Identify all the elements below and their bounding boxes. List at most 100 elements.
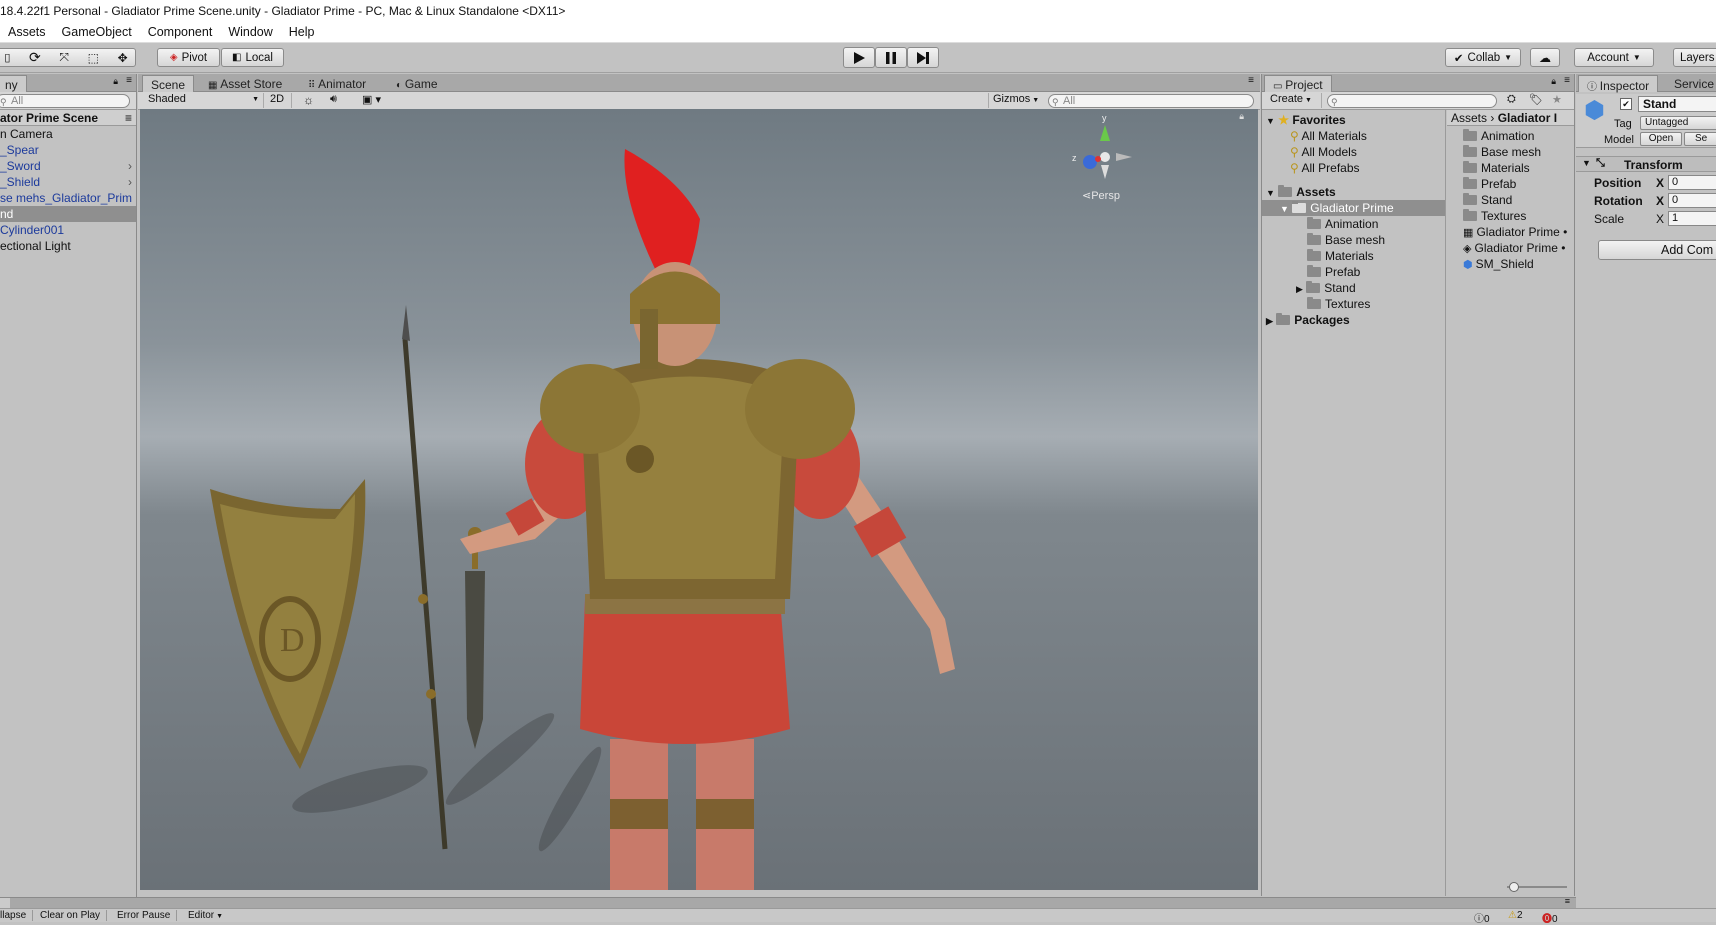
scene-search-input[interactable]: ⚲ All [1048,94,1254,108]
packages-header[interactable]: ▶ Packages [1262,312,1445,328]
filter-type-icon[interactable]: ⛭ [1507,93,1516,106]
menu-assets[interactable]: Assets [0,25,54,39]
select-button[interactable]: Se [1684,132,1716,146]
scene-viewport[interactable]: D y z 🔒︎ ⋖Persp [140,109,1258,890]
favorite-item[interactable]: ⚲ All Materials [1262,128,1445,144]
lock-icon[interactable]: 🔒︎ [1239,111,1244,122]
expand-arrow-icon[interactable]: ▼ [1280,204,1289,214]
menu-component[interactable]: Component [140,25,221,39]
icon-size-slider[interactable] [1507,882,1567,892]
breadcrumb-assets[interactable]: Assets [1451,111,1487,125]
rect-tool-icon[interactable]: ⬚ [88,51,99,65]
asset-item[interactable]: ◈ Gladiator Prime • [1447,240,1574,256]
project-search-input[interactable]: ⚲ [1327,94,1497,108]
hand-tool-icon[interactable]: ▯ [4,51,10,64]
lock-icon[interactable]: 🔒︎ [1551,76,1556,87]
shading-mode-dropdown[interactable]: Shaded ▼ [144,93,264,108]
menu-gameobject[interactable]: GameObject [54,25,140,39]
panel-menu-icon[interactable]: ≡ [126,75,132,86]
hierarchy-item-selected[interactable]: nd [0,206,136,222]
expand-arrow-icon[interactable]: ▼ [1266,116,1275,126]
warning-count[interactable]: ⚠2 [1508,910,1523,921]
tab-project[interactable]: ▭ Project [1264,75,1332,92]
asset-item[interactable]: Base mesh [1447,144,1574,160]
expand-arrow-icon[interactable]: ▶ [1266,316,1273,326]
editor-dropdown[interactable]: Editor ▼ [188,910,223,921]
tree-folder[interactable]: ▶ Stand [1262,280,1445,296]
asset-item[interactable]: Animation [1447,128,1574,144]
clear-on-play-button[interactable]: Clear on Play [40,910,108,921]
scene-menu-icon[interactable]: ≡ [125,110,132,125]
transform-header[interactable]: ▼ ⤡ Transform [1576,156,1716,172]
collapse-button[interactable]: llapse [0,910,34,921]
gizmos-dropdown[interactable]: Gizmos ▼ [988,93,1040,108]
asset-item[interactable]: Textures [1447,208,1574,224]
assets-header[interactable]: ▼ Assets [1262,184,1445,200]
collab-button[interactable]: ✔ Collab ▼ [1445,48,1521,67]
hierarchy-item[interactable]: n Camera [0,126,136,142]
tab-hierarchy[interactable]: ny [0,75,27,92]
active-checkbox[interactable]: ✔ [1620,98,1632,110]
tree-folder[interactable]: Prefab [1262,264,1445,280]
tab-game[interactable]: ◐ Game [388,75,446,92]
error-count[interactable]: ⓿0 [1542,910,1558,925]
tab-animator[interactable]: ⠿ Animator [300,75,374,92]
panel-menu-icon[interactable]: ≡ [1565,896,1570,906]
play-button[interactable] [843,47,875,68]
panel-menu-icon[interactable]: ≡ [1564,75,1570,86]
favorite-item[interactable]: ⚲ All Models [1262,144,1445,160]
hierarchy-scene-header[interactable]: ator Prime Scene ≡ [0,110,136,126]
cloud-button[interactable]: ☁ [1530,48,1560,67]
tree-folder[interactable]: Animation [1262,216,1445,232]
tree-folder[interactable]: Textures [1262,296,1445,312]
expand-arrow-icon[interactable]: ▶ [1296,284,1303,294]
step-button[interactable] [907,47,939,68]
asset-item[interactable]: ⬢ SM_Shield [1447,256,1574,272]
star-filter-icon[interactable]: ★ [1552,93,1562,106]
audio-icon[interactable]: 🔊︎ [330,93,337,106]
tab-scene[interactable]: Scene [142,75,195,92]
position-x-field[interactable]: 0 [1668,175,1716,190]
orientation-gizmo[interactable]: y z [1070,113,1140,187]
hierarchy-item[interactable]: _Sword › [0,158,136,174]
tab-services[interactable]: Service [1666,75,1716,92]
pivot-button[interactable]: ◈ Pivot [157,48,220,67]
asset-item[interactable]: Materials [1447,160,1574,176]
scale-x-field[interactable]: 1 [1668,211,1716,226]
lock-icon[interactable]: 🔒︎ [113,76,118,87]
chevron-right-icon[interactable]: › [128,158,132,174]
tag-dropdown[interactable]: Untagged [1640,116,1716,130]
hierarchy-search-input[interactable]: ⚲ All [0,94,130,108]
hierarchy-item[interactable]: _Shield › [0,174,136,190]
scale-tool-icon[interactable]: ⤧ [59,50,69,65]
pause-button[interactable] [875,47,907,68]
local-button[interactable]: ◧ Local [221,48,284,67]
tab-asset-store[interactable]: ▦ Asset Store [200,75,290,92]
tab-inspector[interactable]: ⓘ Inspector [1578,75,1659,93]
panel-menu-icon[interactable]: ≡ [1248,75,1254,86]
add-component-button[interactable]: Add Com [1598,240,1716,260]
expand-arrow-icon[interactable]: ▼ [1266,188,1275,198]
breadcrumb-current[interactable]: Gladiator I [1498,111,1557,125]
transform-tool-icon[interactable]: ✥ [118,51,128,65]
asset-item[interactable]: ▦ Gladiator Prime • [1447,224,1574,240]
hierarchy-item[interactable]: ectional Light [0,238,136,254]
rotate-tool-icon[interactable]: ⟳ [29,49,41,66]
open-button[interactable]: Open [1640,132,1682,146]
filter-label-icon[interactable]: 🏷︎ [1529,93,1543,106]
menu-window[interactable]: Window [220,25,280,39]
asset-item[interactable]: Stand [1447,192,1574,208]
layers-button[interactable]: Layers [1673,48,1716,67]
projection-label[interactable]: ⋖Persp [1082,189,1120,202]
tree-folder[interactable]: Base mesh [1262,232,1445,248]
info-count[interactable]: ⓘ0 [1474,910,1490,925]
effects-icon[interactable]: ▣ ▾ [362,93,381,106]
slider-thumb[interactable] [1509,882,1519,892]
tree-folder-selected[interactable]: ▼ Gladiator Prime [1262,200,1445,216]
tree-folder[interactable]: Materials [1262,248,1445,264]
account-button[interactable]: Account ▼ [1574,48,1654,67]
hierarchy-item[interactable]: Cylinder001 [0,222,136,238]
rotation-x-field[interactable]: 0 [1668,193,1716,208]
error-pause-button[interactable]: Error Pause [117,910,178,921]
expand-arrow-icon[interactable]: ▼ [1582,158,1591,168]
